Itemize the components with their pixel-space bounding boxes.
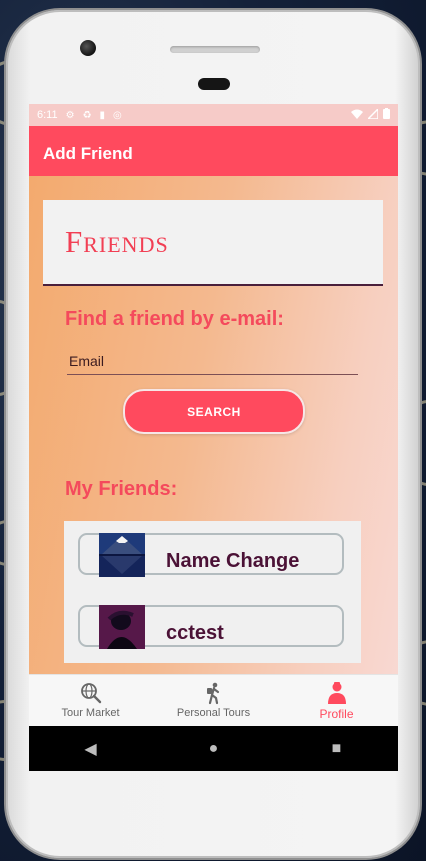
home-button[interactable]: ● <box>194 740 234 758</box>
friend-item[interactable]: Name Change <box>78 533 344 577</box>
back-button[interactable]: ◀ <box>71 739 111 759</box>
search-button[interactable]: SEARCH <box>123 389 305 434</box>
battery-icon <box>383 108 390 122</box>
page-title: Friends <box>65 224 169 259</box>
signal-icon <box>366 106 379 122</box>
friends-list: Name Change cctest <box>64 521 361 663</box>
globe-search-icon <box>80 683 101 704</box>
person-icon <box>327 682 346 704</box>
recents-button[interactable]: ■ <box>317 740 357 758</box>
nav-personal-tours[interactable]: Personal Tours <box>152 675 275 727</box>
recycle-icon: ♻ <box>82 109 92 121</box>
nav-label: Profile <box>319 707 354 721</box>
email-field[interactable] <box>67 350 360 372</box>
main-content: Friends Find a friend by e-mail: SEARCH … <box>29 176 398 674</box>
nav-label: Tour Market <box>61 707 120 719</box>
proximity-sensor <box>198 78 230 90</box>
status-bar: 6:11 ⚙ ♻ ▮ ◎ <box>29 104 398 126</box>
friend-name: cctest <box>166 622 224 644</box>
friend-avatar-portrait <box>99 605 145 649</box>
nav-label: Personal Tours <box>176 707 251 719</box>
wifi-icon <box>351 109 363 122</box>
friend-item[interactable]: cctest <box>78 605 344 649</box>
sd-card-icon: ▮ <box>99 109 106 121</box>
friend-avatar-mountain <box>99 533 145 577</box>
cast-icon: ◎ <box>113 109 122 121</box>
bottom-navigation: Tour Market Personal Tours Profile <box>29 674 398 727</box>
system-navigation-bar: ◀ ● ■ <box>29 726 398 771</box>
front-camera <box>80 40 96 56</box>
find-friend-label: Find a friend by e-mail: <box>65 308 284 330</box>
my-friends-label: My Friends: <box>65 478 178 500</box>
device-screen: 6:11 ⚙ ♻ ▮ ◎ Add Friend Friends Find a f… <box>29 104 398 771</box>
friend-name: Name Change <box>166 550 300 572</box>
nav-tour-market[interactable]: Tour Market <box>29 675 152 727</box>
friends-header-card: Friends <box>43 200 383 286</box>
hiker-icon <box>206 682 219 705</box>
email-field-container <box>67 350 360 375</box>
nav-profile[interactable]: Profile <box>275 675 398 727</box>
app-bar-title: Add Friend <box>43 144 133 163</box>
gear-icon: ⚙ <box>65 109 75 121</box>
status-time: 6:11 <box>37 109 58 121</box>
earpiece-speaker <box>170 46 260 53</box>
phone-frame: 6:11 ⚙ ♻ ▮ ◎ Add Friend Friends Find a f… <box>6 10 420 858</box>
app-bar: Add Friend <box>29 126 398 176</box>
